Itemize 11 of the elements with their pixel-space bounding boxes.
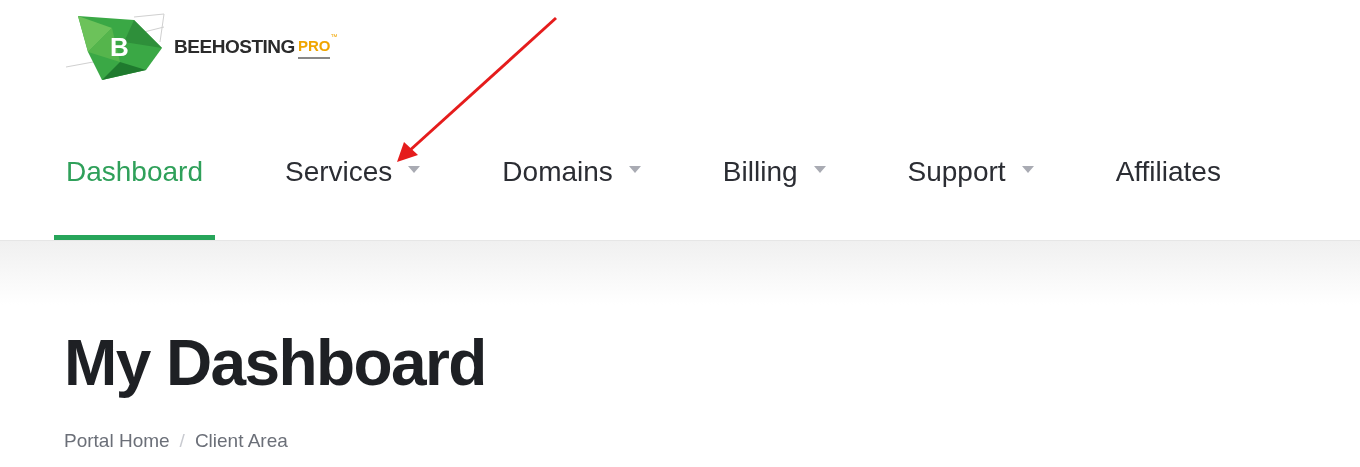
nav-tab[interactable]: Services bbox=[273, 112, 433, 240]
breadcrumb-link[interactable]: Portal Home bbox=[64, 427, 170, 456]
nav-tab[interactable]: Domains bbox=[490, 112, 653, 240]
logo-text: BEEHOSTING bbox=[174, 34, 295, 59]
logo-suffix: PRO bbox=[297, 34, 331, 60]
logo-letter: B bbox=[110, 34, 129, 60]
breadcrumb-separator: / bbox=[179, 429, 185, 453]
nav-tab[interactable]: Support bbox=[895, 112, 1046, 240]
nav-tab[interactable]: Billing bbox=[710, 112, 838, 240]
breadcrumb-link[interactable]: Client Area bbox=[194, 427, 288, 456]
nav-tab[interactable]: Affiliates bbox=[1103, 112, 1233, 240]
